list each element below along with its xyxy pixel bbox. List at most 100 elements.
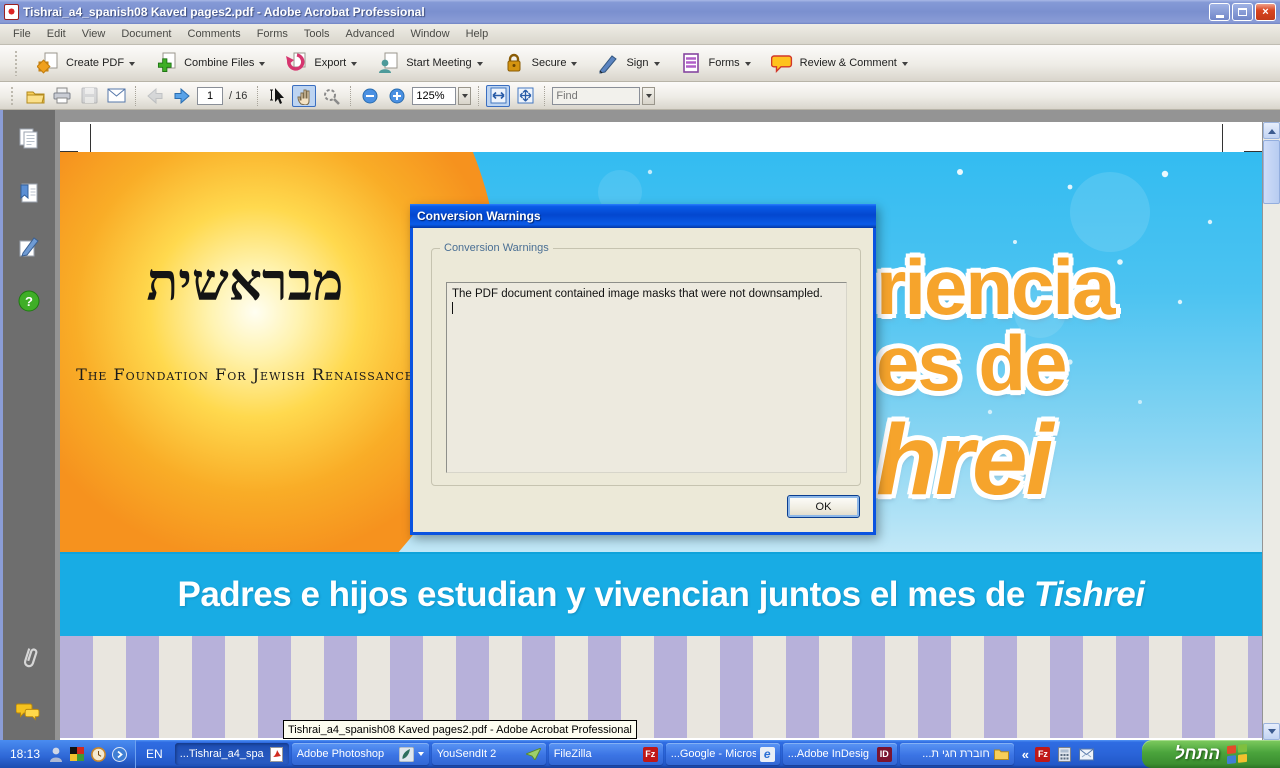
taskbar-button-photoshop[interactable]: Adobe Photoshop bbox=[291, 743, 429, 765]
foundation-caption: The Foundation For Jewish Renaissance bbox=[76, 365, 414, 384]
restore-button[interactable] bbox=[1232, 3, 1253, 21]
combine-files-button[interactable]: Combine Files bbox=[146, 47, 272, 79]
pages-panel-button[interactable] bbox=[16, 126, 42, 152]
menu-comments[interactable]: Comments bbox=[181, 26, 248, 42]
warning-message: The PDF document contained image masks t… bbox=[452, 288, 823, 300]
zoom-level-input[interactable] bbox=[412, 86, 457, 105]
open-file-button[interactable] bbox=[23, 85, 47, 107]
window-title: Tishrai_a4_spanish08 Kaved pages2.pdf - … bbox=[23, 5, 425, 19]
headline-fragment-3: hrei bbox=[876, 404, 1053, 516]
zoom-in-button[interactable] bbox=[385, 85, 409, 107]
dialog-titlebar[interactable]: Conversion Warnings bbox=[410, 204, 876, 228]
chevron-down-icon bbox=[351, 61, 358, 69]
sign-button[interactable]: Sign bbox=[588, 47, 666, 79]
taskbar-button-indesign[interactable]: ...Adobe InDesig ID bbox=[782, 743, 897, 765]
fit-width-button[interactable] bbox=[486, 84, 511, 107]
page-number-input[interactable] bbox=[197, 86, 223, 105]
menu-file[interactable]: File bbox=[6, 26, 38, 42]
help-icon: ? bbox=[25, 293, 33, 309]
select-tool-button[interactable] bbox=[265, 85, 289, 107]
taskbar-button-filezilla[interactable]: FileZilla Fz bbox=[548, 743, 663, 765]
menu-document[interactable]: Document bbox=[114, 26, 178, 42]
save-button[interactable] bbox=[77, 85, 101, 107]
quicklaunch-filezilla-icon[interactable]: Fz bbox=[1035, 746, 1051, 762]
comments-panel-button[interactable] bbox=[16, 234, 42, 260]
menu-forms[interactable]: Forms bbox=[250, 26, 295, 42]
headline-fragment-2: es de bbox=[876, 319, 1067, 407]
warnings-groupbox: Conversion Warnings The PDF document con… bbox=[431, 242, 861, 486]
comments-list-button[interactable] bbox=[16, 700, 42, 726]
group-dropdown-icon[interactable] bbox=[417, 752, 424, 759]
text-caret bbox=[452, 302, 453, 314]
menu-tools[interactable]: Tools bbox=[297, 26, 337, 42]
next-page-button[interactable] bbox=[170, 85, 194, 107]
warnings-textarea[interactable]: The PDF document contained image masks t… bbox=[446, 282, 847, 473]
start-meeting-button[interactable]: Start Meeting bbox=[368, 47, 489, 79]
striped-background bbox=[60, 636, 1262, 738]
separator bbox=[135, 85, 136, 106]
taskbar-tooltip: Tishrai_a4_spanish08 Kaved pages2.pdf - … bbox=[283, 720, 637, 739]
menu-window[interactable]: Window bbox=[403, 26, 456, 42]
previous-page-button[interactable] bbox=[143, 85, 167, 107]
ok-button[interactable]: OK bbox=[787, 495, 860, 518]
hand-tool-button[interactable] bbox=[292, 84, 317, 107]
menu-help[interactable]: Help bbox=[459, 26, 496, 42]
folder-icon bbox=[993, 747, 1009, 762]
back-arrow-icon bbox=[147, 87, 163, 104]
create-pdf-button[interactable]: Create PDF bbox=[28, 47, 142, 79]
quicklaunch-calculator-icon[interactable] bbox=[1057, 746, 1073, 762]
messenger-tray-icon[interactable] bbox=[48, 746, 64, 762]
taskbar-button-acrobat[interactable]: ...Tishrai_a4_spa bbox=[174, 743, 289, 765]
taskbar-button-yousendit[interactable]: YouSendIt 2 bbox=[431, 743, 546, 765]
start-button[interactable]: התחל bbox=[1142, 740, 1280, 768]
arrow-down-icon bbox=[1267, 728, 1276, 738]
system-tray: 18:13 bbox=[0, 740, 137, 768]
quicklaunch-mail-icon[interactable] bbox=[1079, 746, 1095, 762]
taskbar-button-ie[interactable]: ...Google - Micros e bbox=[665, 743, 780, 765]
color-grid-tray-icon[interactable] bbox=[69, 746, 85, 762]
clock-tray-icon[interactable] bbox=[90, 746, 106, 762]
menu-advanced[interactable]: Advanced bbox=[339, 26, 402, 42]
taskbar-button-folder[interactable]: חוברת חגי ת... bbox=[899, 743, 1014, 765]
chevron-down-icon bbox=[476, 61, 483, 69]
zoom-dropdown-arrow[interactable] bbox=[458, 86, 472, 105]
fit-page-button[interactable] bbox=[513, 85, 537, 107]
indesign-icon: ID bbox=[876, 746, 892, 762]
hand-tool-icon bbox=[297, 89, 310, 105]
task-buttons: ...Tishrai_a4_spa Adobe Photoshop YouSen… bbox=[174, 743, 1014, 765]
close-button[interactable]: × bbox=[1255, 3, 1276, 21]
hebrew-logo-text: מבראשית bbox=[146, 252, 344, 313]
find-input[interactable] bbox=[552, 86, 641, 105]
zoom-marquee-button[interactable] bbox=[319, 85, 343, 107]
find-dropdown-arrow[interactable] bbox=[642, 86, 656, 105]
navigation-pane: ? bbox=[3, 110, 55, 740]
menu-view[interactable]: View bbox=[75, 26, 113, 42]
email-button[interactable] bbox=[104, 85, 128, 107]
secure-button[interactable]: Secure bbox=[494, 47, 585, 79]
hide-icons-button[interactable] bbox=[111, 746, 127, 762]
language-indicator[interactable]: EN bbox=[146, 747, 163, 761]
internet-explorer-icon: e bbox=[759, 746, 775, 762]
magnifier-icon bbox=[323, 88, 340, 105]
scroll-up-button[interactable] bbox=[1263, 122, 1280, 139]
navigation-toolbar: / 16 bbox=[0, 82, 1280, 110]
export-button[interactable]: Export bbox=[276, 47, 364, 79]
combine-files-icon bbox=[153, 50, 179, 76]
help-button[interactable]: ? bbox=[16, 288, 42, 314]
minimize-button[interactable] bbox=[1209, 3, 1230, 21]
pages-icon bbox=[19, 128, 38, 149]
banner-italic-word: Tishrei bbox=[1033, 575, 1145, 614]
chevron-down-icon bbox=[259, 61, 266, 69]
forms-button[interactable]: Forms bbox=[671, 47, 758, 79]
print-button[interactable] bbox=[50, 85, 74, 107]
menu-edit[interactable]: Edit bbox=[40, 26, 73, 42]
vertical-scrollbar[interactable] bbox=[1263, 122, 1280, 740]
zoom-out-button[interactable] bbox=[358, 85, 382, 107]
scroll-down-button[interactable] bbox=[1263, 723, 1280, 740]
quicklaunch-chevron[interactable]: « bbox=[1022, 747, 1029, 762]
groupbox-label: Conversion Warnings bbox=[440, 242, 553, 254]
bookmarks-panel-button[interactable] bbox=[16, 180, 42, 206]
attachments-panel-button[interactable] bbox=[16, 646, 42, 672]
scrollbar-thumb[interactable] bbox=[1263, 140, 1280, 204]
review-comment-button[interactable]: Review & Comment bbox=[762, 47, 915, 79]
